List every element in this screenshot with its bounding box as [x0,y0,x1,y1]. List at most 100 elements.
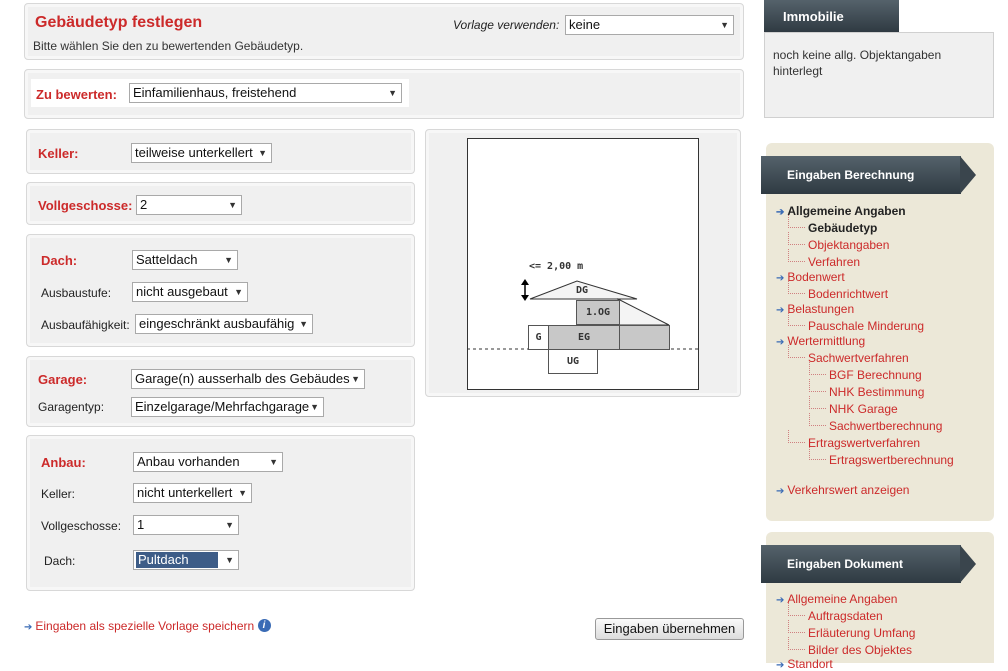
chevron-down-icon: ▼ [225,520,234,530]
anbau-og-floor [619,325,670,350]
dach-panel: Dach: Satteldach ▼ Ausbaustufe: nicht aus… [26,234,415,347]
anbau-panel: Anbau: Anbau vorhanden ▼ Keller: nicht un… [26,435,415,591]
nav-item[interactable]: Pauschale Minderung [808,319,924,333]
nav-item-label: BGF Berechnung [829,368,922,382]
nav-item[interactable]: Auftragsdaten [808,609,883,623]
nav-item-label: Pauschale Minderung [808,319,925,333]
anbau-dach-label: Dach: [44,554,76,568]
nav-item[interactable]: Erläuterung Umfang [808,626,915,640]
dach-select[interactable]: Satteldach ▼ [132,250,238,270]
nav-item[interactable]: BGF Berechnung [829,368,922,382]
garage-panel: Garage: Garage(n) ausserhalb des Gebäude… [26,356,415,427]
chevron-down-icon: ▼ [225,555,234,565]
nav-item[interactable]: Bodenrichtwert [808,287,888,301]
nav-item-label: Auftragsdaten [808,609,883,623]
anbau-vollgeschosse-select[interactable]: 1 ▼ [133,515,239,535]
eg-floor: EG [548,325,620,350]
arrow-up-icon [521,279,529,285]
anbau-vollgeschosse-label: Vollgeschosse: [41,519,122,533]
keller-select[interactable]: teilweise unterkellert ▼ [131,143,272,163]
dach-label: Dach: [41,253,78,268]
garage-value: Garage(n) ausserhalb des Gebäudes [135,371,350,386]
arrow-right-icon: ➔ [776,207,785,218]
nav-item-label: Bilder des Objektes [808,643,913,657]
tree-connector [788,637,805,650]
nav-item[interactable]: Gebäudetyp [808,221,877,235]
ausbaustufe-value: nicht ausgebaut [136,284,228,299]
dokument-title-tip [960,545,976,583]
nav-item[interactable]: ➔ Verkehrswert anzeigen [776,483,909,497]
nav-item-label: Verkehrswert anzeigen [787,483,910,497]
vollgeschosse-panel: Vollgeschosse: 2 ▼ [26,182,415,225]
chevron-down-icon: ▼ [351,374,360,384]
eg-label: EG [577,332,591,343]
tree-connector [788,430,805,443]
tree-connector [788,345,805,358]
chevron-down-icon: ▼ [269,457,278,467]
nav-item-label: NHK Bestimmung [829,385,925,399]
arrow-right-icon: ➔ [24,622,33,633]
garage-box: G [528,325,549,350]
tree-connector [788,232,805,245]
ug-floor: UG [548,349,598,374]
nav-item[interactable]: ➔ Bodenwert [776,270,845,284]
nav-item-label: Sachwertberechnung [829,419,943,433]
nav-item[interactable]: NHK Garage [829,402,898,416]
apply-button[interactable]: Eingaben übernehmen [595,618,744,640]
ausbaustufe-label: Ausbaustufe: [41,286,112,300]
info-icon[interactable]: i [257,619,271,632]
nav-item[interactable]: ➔ Standort [776,657,833,671]
nav-item[interactable]: Bilder des Objektes [808,643,912,657]
keller-value: teilweise unterkellert [135,145,253,160]
arrow-down-icon [521,295,529,301]
chevron-down-icon: ▼ [388,88,397,98]
anbau-keller-select[interactable]: nicht unterkellert ▼ [133,483,252,503]
keller-label: Keller: [38,146,79,161]
tree-connector [809,396,826,409]
dach-value: Satteldach [136,252,198,267]
anbau-keller-value: nicht unterkellert [137,485,233,500]
immobilie-text: noch keine allg. Objektangaben hinterleg… [773,48,942,78]
garagentyp-select[interactable]: Einzelgarage/Mehrfachgarage ▼ [131,397,324,417]
anbau-dach-select[interactable]: Pultdach ▼ [133,550,239,570]
arrow-right-icon: ➔ [776,486,785,497]
ausbaustufe-select[interactable]: nicht ausgebaut ▼ [132,282,248,302]
vollgeschosse-select[interactable]: 2 ▼ [136,195,242,215]
nav-item[interactable]: Ertragswertberechnung [829,453,954,467]
anbau-value: Anbau vorhanden [137,454,240,469]
template-label: Vorlage verwenden: [453,18,560,32]
nav-item-label: Ertragswertberechnung [829,453,954,467]
nav-item[interactable]: Objektangaben [808,238,889,252]
save-template-link[interactable]: ➔ Eingaben als spezielle Vorlage speicher… [24,619,271,633]
zu-bewerten-label: Zu bewerten: [36,87,117,102]
nav-item-label: Verfahren [808,255,861,269]
nav-item-label: Gebäudetyp [808,221,878,235]
nav-item[interactable]: Sachwertberechnung [829,419,942,433]
anbau-vollgeschosse-value: 1 [137,517,145,532]
anbau-select[interactable]: Anbau vorhanden ▼ [133,452,283,472]
nav-item-label: Objektangaben [808,238,890,252]
chevron-down-icon: ▼ [234,287,243,297]
zu-bewerten-select[interactable]: Einfamilienhaus, freistehend ▼ [129,83,402,103]
nav-item-label: Standort [787,657,833,671]
immobilie-tab[interactable]: Immobilie [764,0,899,32]
vollgeschosse-value: 2 [140,197,148,212]
berechnung-title-tip [960,156,976,194]
keller-panel: Keller: teilweise unterkellert ▼ [26,129,415,174]
nav-item[interactable]: Verfahren [808,255,860,269]
chevron-down-icon: ▼ [310,402,319,412]
anbau-keller-label: Keller: [41,487,76,501]
nav-item[interactable]: NHK Bestimmung [829,385,924,399]
garage-select[interactable]: Garage(n) ausserhalb des Gebäudes ▼ [131,369,365,389]
garage-label: Garage: [38,372,88,387]
chevron-down-icon: ▼ [258,148,267,158]
chevron-down-icon: ▼ [299,319,308,329]
dokument-title: Eingaben Dokument [761,545,961,583]
dimension-label: <= 2,00 m [529,261,584,272]
template-select[interactable]: keine ▼ [565,15,734,35]
tree-connector [809,413,826,426]
save-template-label: Eingaben als spezielle Vorlage speichern [35,619,255,633]
ausbaufaehigkeit-select[interactable]: eingeschränkt ausbaufähig ▼ [135,314,313,334]
tree-connector [809,447,826,460]
page-title: Gebäudetyp festlegen [35,14,203,31]
